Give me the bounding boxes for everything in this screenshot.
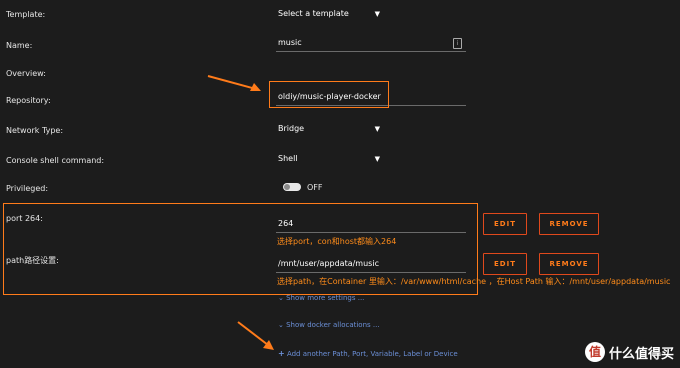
port-input[interactable]: 264 bbox=[276, 218, 466, 233]
port-label: port 264: bbox=[6, 214, 43, 223]
watermark-badge: 值 bbox=[584, 342, 605, 362]
path-edit-button[interactable]: EDIT bbox=[483, 253, 527, 275]
repository-label: Repository: bbox=[6, 96, 51, 105]
port-edit-button[interactable]: EDIT bbox=[483, 213, 527, 235]
plus-icon: + bbox=[278, 349, 285, 358]
watermark: 值 什么值得买 bbox=[584, 342, 674, 362]
text-box-icon: i bbox=[453, 38, 462, 49]
path-hint: 选择path，在Container 里输入：/var/www/html/cach… bbox=[277, 277, 671, 286]
network-type-value: Bridge bbox=[278, 124, 305, 133]
chevron-down-icon: ⌄ bbox=[278, 294, 284, 302]
privileged-toggle[interactable] bbox=[283, 183, 301, 191]
chevron-down-icon: ⌄ bbox=[278, 321, 284, 329]
arrow-pointer-icon bbox=[207, 75, 261, 91]
template-select[interactable]: Select a template ▼ bbox=[276, 7, 382, 21]
caret-down-icon: ▼ bbox=[374, 155, 380, 163]
watermark-text: 什么值得买 bbox=[608, 346, 674, 362]
path-remove-button[interactable]: REMOVE bbox=[539, 253, 599, 275]
path-input[interactable]: /mnt/user/appdata/music bbox=[276, 258, 466, 273]
arrow-pointer-icon bbox=[237, 321, 274, 350]
template-select-value: Select a template bbox=[278, 9, 349, 18]
show-docker-allocations-text: Show docker allocations ... bbox=[286, 321, 380, 329]
show-more-settings-link[interactable]: ⌄ Show more settings ... bbox=[278, 294, 364, 302]
console-shell-select[interactable]: Shell ▼ bbox=[276, 152, 382, 166]
console-shell-label: Console shell command: bbox=[6, 156, 105, 165]
path-input-value: /mnt/user/appdata/music bbox=[278, 259, 379, 268]
privileged-state: OFF bbox=[307, 183, 323, 192]
toggle-knob bbox=[284, 184, 290, 190]
port-input-value: 264 bbox=[278, 219, 294, 228]
name-input[interactable]: music i bbox=[276, 37, 466, 52]
network-type-select[interactable]: Bridge ▼ bbox=[276, 122, 382, 136]
add-another-link[interactable]: + Add another Path, Port, Variable, Labe… bbox=[278, 349, 458, 358]
add-another-text: Add another Path, Port, Variable, Label … bbox=[286, 350, 458, 358]
show-more-settings-text: Show more settings ... bbox=[286, 294, 365, 302]
repository-highlight-box bbox=[269, 81, 389, 108]
show-docker-allocations-link[interactable]: ⌄ Show docker allocations ... bbox=[278, 321, 380, 329]
privileged-label: Privileged: bbox=[6, 184, 49, 193]
name-input-value: music bbox=[278, 38, 302, 47]
caret-down-icon: ▼ bbox=[374, 10, 380, 18]
port-hint: 选择port，con和host都输入264 bbox=[277, 237, 397, 246]
template-label: Template: bbox=[6, 10, 46, 19]
console-shell-value: Shell bbox=[278, 154, 298, 163]
overview-label: Overview: bbox=[6, 69, 46, 78]
path-label: path路径设置: bbox=[6, 256, 59, 265]
name-label: Name: bbox=[6, 41, 33, 50]
network-type-label: Network Type: bbox=[6, 126, 64, 135]
port-remove-button[interactable]: REMOVE bbox=[539, 213, 599, 235]
caret-down-icon: ▼ bbox=[374, 125, 380, 133]
